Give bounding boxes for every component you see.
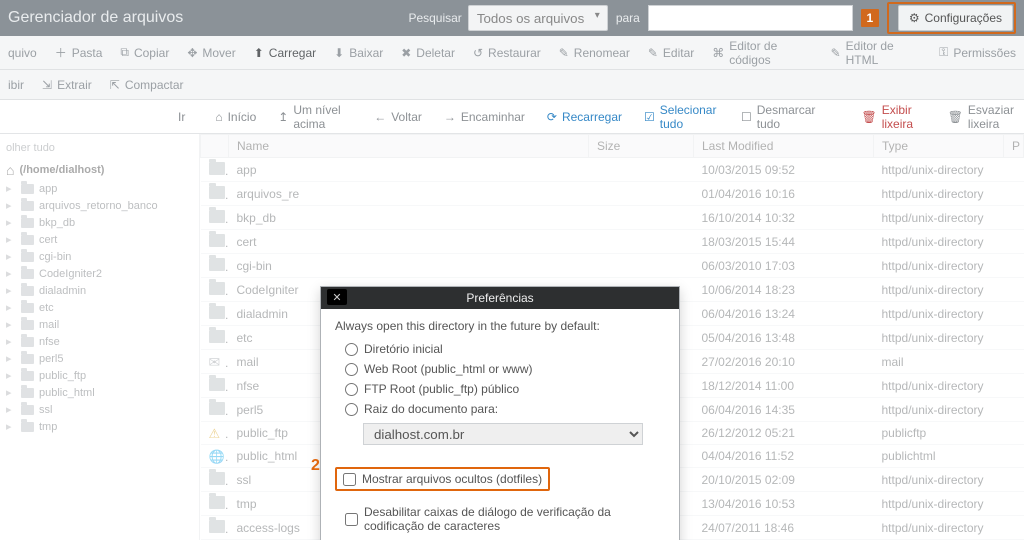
modal-close-button[interactable]: ✕ xyxy=(327,289,347,305)
up-level-button[interactable]: ↥Um nível acima xyxy=(278,103,352,131)
copy-icon: ⧉ xyxy=(120,45,129,60)
delete-icon: ✖ xyxy=(401,46,411,60)
main-area: olher tudo (/home/dialhost) ▸app▸arquivo… xyxy=(0,134,1024,540)
back-button[interactable]: ←Voltar xyxy=(374,110,422,124)
edit-button[interactable]: ✎Editar xyxy=(648,46,694,60)
trash-icon: 🗑 xyxy=(948,110,963,124)
up-icon: ↥ xyxy=(278,110,288,124)
radio-ftp-root[interactable]: FTP Root (public_ftp) público xyxy=(335,379,665,399)
search-for-label: para xyxy=(616,11,640,25)
extract-button[interactable]: ⇲Extrair xyxy=(42,78,92,92)
radio-home-dir[interactable]: Diretório inicial xyxy=(335,339,665,359)
restore-button[interactable]: ↺Restaurar xyxy=(473,46,541,60)
preferences-modal: ✕ Preferências Always open this director… xyxy=(320,286,680,540)
delete-button[interactable]: ✖Deletar xyxy=(401,46,455,60)
settings-label: Configurações xyxy=(925,11,1002,25)
deselect-all-button[interactable]: ☐Desmarcar tudo xyxy=(741,103,817,131)
app-title: Gerenciador de arquivos xyxy=(8,9,183,27)
move-button[interactable]: ✥Mover xyxy=(187,46,235,60)
permissions-button[interactable]: ⚿Permissões xyxy=(939,45,1016,60)
edit-icon: ✎ xyxy=(648,46,658,60)
download-button[interactable]: ⬇Baixar xyxy=(334,46,383,60)
html-icon: ✎ xyxy=(831,46,841,60)
compress-icon: ⇱ xyxy=(110,78,120,92)
search-label: Pesquisar xyxy=(408,11,461,25)
copy-button[interactable]: ⧉Copiar xyxy=(120,45,169,60)
radio-doc-root[interactable]: Raiz do documento para: xyxy=(335,399,665,419)
compress-button[interactable]: ⇱Compactar xyxy=(110,78,184,92)
reload-button[interactable]: ⟳Recarregar xyxy=(547,110,622,124)
empty-trash-button[interactable]: 🗑Esvaziar lixeira xyxy=(948,103,1024,131)
main-toolbar: quivo ＋Pasta ⧉Copiar ✥Mover ⬆Carregar ⬇B… xyxy=(0,36,1024,70)
key-icon: ⚿ xyxy=(939,45,948,60)
left-icon: ← xyxy=(374,110,386,124)
app-header: Gerenciador de arquivos Pesquisar Todos … xyxy=(0,0,1024,36)
extract-icon: ⇲ xyxy=(42,78,52,92)
download-icon: ⬇ xyxy=(334,46,344,60)
html-editor-button[interactable]: ✎Editor de HTML xyxy=(831,39,922,67)
right-icon: → xyxy=(444,110,456,124)
modal-lead: Always open this directory in the future… xyxy=(335,319,665,333)
reload-icon: ⟳ xyxy=(547,110,557,124)
rename-button[interactable]: ✎Renomear xyxy=(559,46,630,60)
file-button[interactable]: quivo xyxy=(8,46,37,60)
go-button[interactable]: Ir xyxy=(170,108,193,126)
restore-icon: ↺ xyxy=(473,46,483,60)
secondary-toolbar: ibir ⇲Extrair ⇱Compactar xyxy=(0,70,1024,100)
annotation-marker-1: 1 xyxy=(861,9,879,27)
search-input[interactable] xyxy=(648,5,853,31)
nav-toolbar: Ir ⌂Início ↥Um nível acima ←Voltar →Enca… xyxy=(0,100,1024,134)
search-scope-select[interactable]: Todos os arquivos xyxy=(468,5,608,31)
check-icon: ☑ xyxy=(644,110,655,124)
uncheck-icon: ☐ xyxy=(741,110,752,124)
modal-titlebar: ✕ Preferências xyxy=(321,287,679,309)
checkbox-disable-encoding[interactable]: Desabilitar caixas de diálogo de verific… xyxy=(335,501,665,537)
trash-icon: 🗑 xyxy=(861,110,876,124)
annotation-outline-settings: ⚙ Configurações xyxy=(887,2,1016,34)
rename-icon: ✎ xyxy=(559,46,569,60)
move-icon: ✥ xyxy=(187,46,197,60)
modal-title: Preferências xyxy=(466,291,533,305)
upload-button[interactable]: ⬆Carregar xyxy=(254,46,316,60)
folder-button[interactable]: ＋Pasta xyxy=(55,44,103,61)
plus-icon: ＋ xyxy=(55,44,67,61)
select-all-button[interactable]: ☑Selecionar tudo xyxy=(644,103,719,131)
view-button[interactable]: ibir xyxy=(8,78,24,92)
forward-button[interactable]: →Encaminhar xyxy=(444,110,525,124)
annotation-marker-2: 2 xyxy=(311,457,320,475)
view-trash-button[interactable]: 🗑Exibir lixeira xyxy=(861,103,925,131)
code-icon: ⌘ xyxy=(712,46,724,60)
home-button[interactable]: ⌂Início xyxy=(215,110,256,124)
checkbox-show-dotfiles[interactable]: Mostrar arquivos ocultos (dotfiles) xyxy=(335,467,550,491)
home-icon: ⌂ xyxy=(215,110,222,124)
radio-web-root[interactable]: Web Root (public_html or www) xyxy=(335,359,665,379)
domain-select[interactable]: dialhost.com.br xyxy=(363,423,643,445)
upload-icon: ⬆ xyxy=(254,46,264,60)
gear-icon: ⚙ xyxy=(909,11,920,25)
settings-button[interactable]: ⚙ Configurações xyxy=(898,5,1013,31)
code-editor-button[interactable]: ⌘Editor de códigos xyxy=(712,39,812,67)
